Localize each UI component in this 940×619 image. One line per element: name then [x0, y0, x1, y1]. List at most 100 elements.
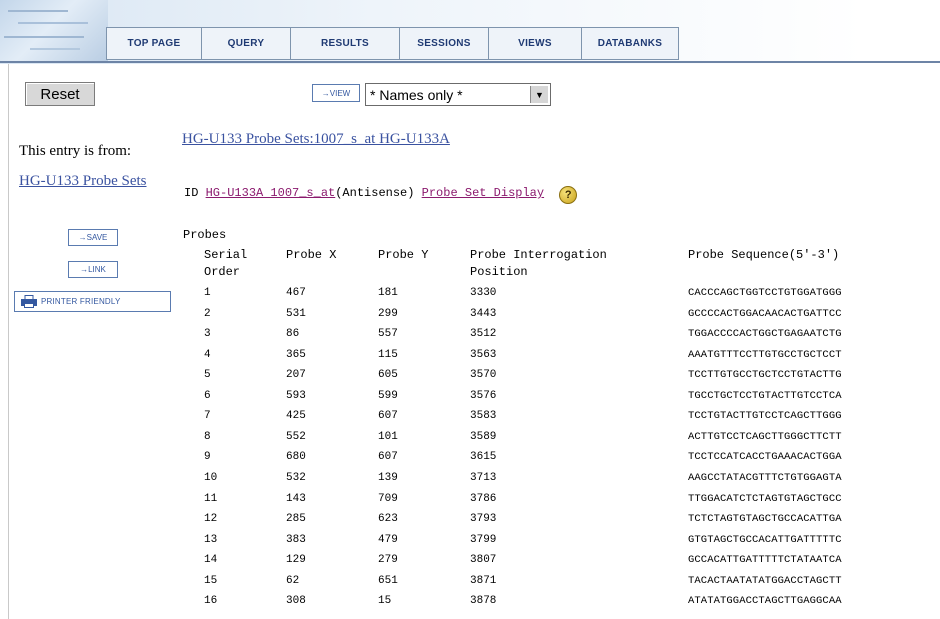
save-button[interactable]: →SAVE: [68, 229, 118, 246]
entry-title-link[interactable]: HG-U133 Probe Sets:1007_s_at HG-U133A: [182, 131, 450, 148]
printer-icon: [21, 295, 37, 308]
cell-probe-x: 86: [286, 328, 300, 340]
tab-sessions[interactable]: SESSIONS: [399, 27, 488, 60]
entry-id-link[interactable]: HG-U133A 1007_s_at: [206, 186, 336, 200]
cell-probe-sequence: ATATATGGACCTAGCTTGAGGCAA: [688, 595, 842, 607]
cell-probe-sequence: AAATGTTTCCTTGTGCCTGCTCCT: [688, 349, 842, 361]
entry-source-label: This entry is from:: [19, 143, 132, 159]
cell-serial-order: 9: [204, 451, 211, 463]
cell-interrogation-position: 3443: [470, 308, 497, 320]
cell-serial-order: 8: [204, 431, 211, 443]
cell-interrogation-position: 3871: [470, 575, 497, 587]
cell-probe-sequence: ACTTGTCCTCAGCTTGGGCTTCTT: [688, 431, 842, 443]
cell-probe-y: 101: [378, 431, 398, 443]
entry-id-line: ID HG-U133A 1007_s_at(Antisense) Probe S…: [184, 186, 578, 204]
view-select-value: * Names only *: [370, 87, 463, 103]
cell-probe-y: 599: [378, 390, 398, 402]
probe-set-display-link[interactable]: Probe Set Display: [422, 186, 544, 200]
cell-probe-x: 62: [286, 575, 300, 587]
header-serial: Serial: [204, 248, 248, 262]
reset-button[interactable]: Reset: [25, 82, 95, 106]
cell-probe-sequence: TTGGACATCTCTAGTGTAGCTGCC: [688, 493, 842, 505]
cell-probe-y: 651: [378, 575, 398, 587]
cell-interrogation-position: 3713: [470, 472, 497, 484]
cell-probe-y: 299: [378, 308, 398, 320]
cell-probe-x: 365: [286, 349, 306, 361]
cell-probe-y: 709: [378, 493, 398, 505]
probes-section-label: Probes: [183, 228, 227, 242]
cell-probe-sequence: TCCTTGTGCCTGCTCCTGTACTTG: [688, 369, 842, 381]
cell-interrogation-position: 3878: [470, 595, 497, 607]
cell-serial-order: 7: [204, 410, 211, 422]
cell-probe-sequence: TCCTCCATCACCTGAAACACTGGA: [688, 451, 842, 463]
cell-probe-sequence: TCCTGTACTTGTCCTCAGCTTGGG: [688, 410, 842, 422]
cell-probe-y: 15: [378, 595, 392, 607]
tab-databanks[interactable]: DATABANKS: [581, 27, 679, 60]
cell-probe-x: 207: [286, 369, 306, 381]
cell-serial-order: 12: [204, 513, 218, 525]
cell-probe-y: 115: [378, 349, 398, 361]
view-button[interactable]: →VIEW: [312, 84, 360, 102]
cell-probe-x: 308: [286, 595, 306, 607]
cell-probe-x: 532: [286, 472, 306, 484]
cell-interrogation-position: 3615: [470, 451, 497, 463]
link-button[interactable]: →LINK: [68, 261, 118, 278]
cell-interrogation-position: 3583: [470, 410, 497, 422]
header-probe-x: Probe X: [286, 248, 337, 262]
cell-probe-x: 593: [286, 390, 306, 402]
cell-interrogation-position: 3786: [470, 493, 497, 505]
printer-friendly-button[interactable]: PRINTER FRIENDLY: [14, 291, 171, 312]
printer-friendly-label: PRINTER FRIENDLY: [41, 297, 121, 306]
tab-top-page[interactable]: TOP PAGE: [106, 27, 201, 60]
cell-serial-order: 10: [204, 472, 218, 484]
header-sequence: Probe Sequence(5'-3'): [688, 248, 840, 262]
cell-probe-x: 383: [286, 534, 306, 546]
site-logo: [0, 0, 108, 62]
tab-views[interactable]: VIEWS: [488, 27, 581, 60]
entry-source-link[interactable]: HG-U133 Probe Sets: [19, 171, 169, 191]
cell-probe-x: 531: [286, 308, 306, 320]
header-divider: [0, 61, 940, 63]
top-navigation-bar: TOP PAGE QUERY RESULTS SESSIONS VIEWS DA…: [0, 0, 940, 64]
cell-probe-x: 129: [286, 554, 306, 566]
cell-probe-x: 680: [286, 451, 306, 463]
view-select[interactable]: * Names only * ▼: [365, 83, 551, 106]
help-icon[interactable]: ?: [559, 186, 578, 204]
cell-probe-y: 607: [378, 410, 398, 422]
cell-probe-sequence: TACACTAATATATGGACCTAGCTT: [688, 575, 842, 587]
cell-interrogation-position: 3512: [470, 328, 497, 340]
cell-interrogation-position: 3799: [470, 534, 497, 546]
header-position: Position: [470, 265, 528, 279]
cell-serial-order: 4: [204, 349, 211, 361]
cell-serial-order: 6: [204, 390, 211, 402]
cell-probe-sequence: TGGACCCCACTGGCTGAGAATCTG: [688, 328, 842, 340]
cell-probe-x: 552: [286, 431, 306, 443]
cell-interrogation-position: 3793: [470, 513, 497, 525]
tab-results[interactable]: RESULTS: [290, 27, 399, 60]
cell-probe-sequence: GCCACATTGATTTTTCTATAATCA: [688, 554, 842, 566]
cell-probe-y: 139: [378, 472, 398, 484]
header-order: Order: [204, 265, 241, 279]
cell-serial-order: 2: [204, 308, 211, 320]
cell-probe-y: 607: [378, 451, 398, 463]
cell-serial-order: 5: [204, 369, 211, 381]
cell-probe-sequence: TCTCTAGTGTAGCTGCCACATTGA: [688, 513, 842, 525]
cell-probe-y: 181: [378, 287, 398, 299]
cell-serial-order: 14: [204, 554, 218, 566]
cell-serial-order: 15: [204, 575, 218, 587]
cell-serial-order: 11: [204, 493, 218, 505]
header-interrogation: Probe Interrogation: [470, 248, 607, 262]
cell-interrogation-position: 3589: [470, 431, 497, 443]
cell-interrogation-position: 3330: [470, 287, 497, 299]
dropdown-arrow-icon[interactable]: ▼: [530, 86, 548, 103]
cell-probe-sequence: CACCCAGCTGGTCCTGTGGATGGG: [688, 287, 842, 299]
cell-probe-x: 467: [286, 287, 306, 299]
cell-probe-x: 425: [286, 410, 306, 422]
cell-probe-y: 557: [378, 328, 398, 340]
cell-serial-order: 16: [204, 595, 218, 607]
tab-query[interactable]: QUERY: [201, 27, 290, 60]
cell-interrogation-position: 3570: [470, 369, 497, 381]
left-border: [8, 64, 9, 619]
cell-serial-order: 1: [204, 287, 211, 299]
header-probe-y: Probe Y: [378, 248, 429, 262]
